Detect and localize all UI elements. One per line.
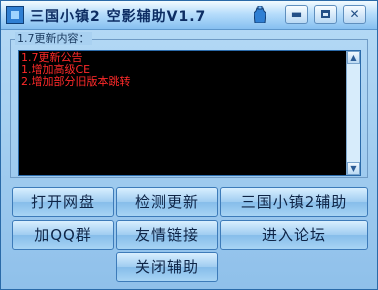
sanguo-helper-button[interactable]: 三国小镇2辅助 <box>220 187 368 217</box>
app-icon <box>6 6 24 24</box>
scroll-down-button[interactable]: ▼ <box>347 162 360 175</box>
vertical-scrollbar[interactable]: ▲ ▼ <box>346 51 360 175</box>
check-update-button[interactable]: 检测更新 <box>116 187 218 217</box>
maximize-icon <box>321 10 330 18</box>
skin-icon[interactable] <box>254 6 266 23</box>
join-qq-button[interactable]: 加QQ群 <box>12 220 114 250</box>
scroll-up-button[interactable]: ▲ <box>347 51 360 64</box>
close-helper-button[interactable]: 关闭辅助 <box>116 252 218 282</box>
app-window: 三国小镇2 空影辅助V1.7 ▬ ✕ 1.7更新内容： 1.7更新公告 1.增加… <box>0 0 378 290</box>
window-title: 三国小镇2 空影辅助V1.7 <box>30 9 207 25</box>
close-button[interactable]: ✕ <box>343 5 366 24</box>
title-bar[interactable]: 三国小镇2 空影辅助V1.7 ▬ ✕ <box>1 1 377 30</box>
update-line-3: 2.增加部分旧版本跳转 <box>21 75 131 88</box>
maximize-button[interactable] <box>314 5 337 24</box>
open-netdisk-button[interactable]: 打开网盘 <box>12 187 114 217</box>
update-textbox[interactable]: 1.7更新公告 1.增加高级CE 2.增加部分旧版本跳转 ▲ ▼ <box>18 50 361 176</box>
enter-forum-button[interactable]: 进入论坛 <box>220 220 368 250</box>
friend-links-button[interactable]: 友情链接 <box>116 220 218 250</box>
minimize-button[interactable]: ▬ <box>285 5 308 24</box>
update-group-label: 1.7更新内容： <box>15 32 92 45</box>
